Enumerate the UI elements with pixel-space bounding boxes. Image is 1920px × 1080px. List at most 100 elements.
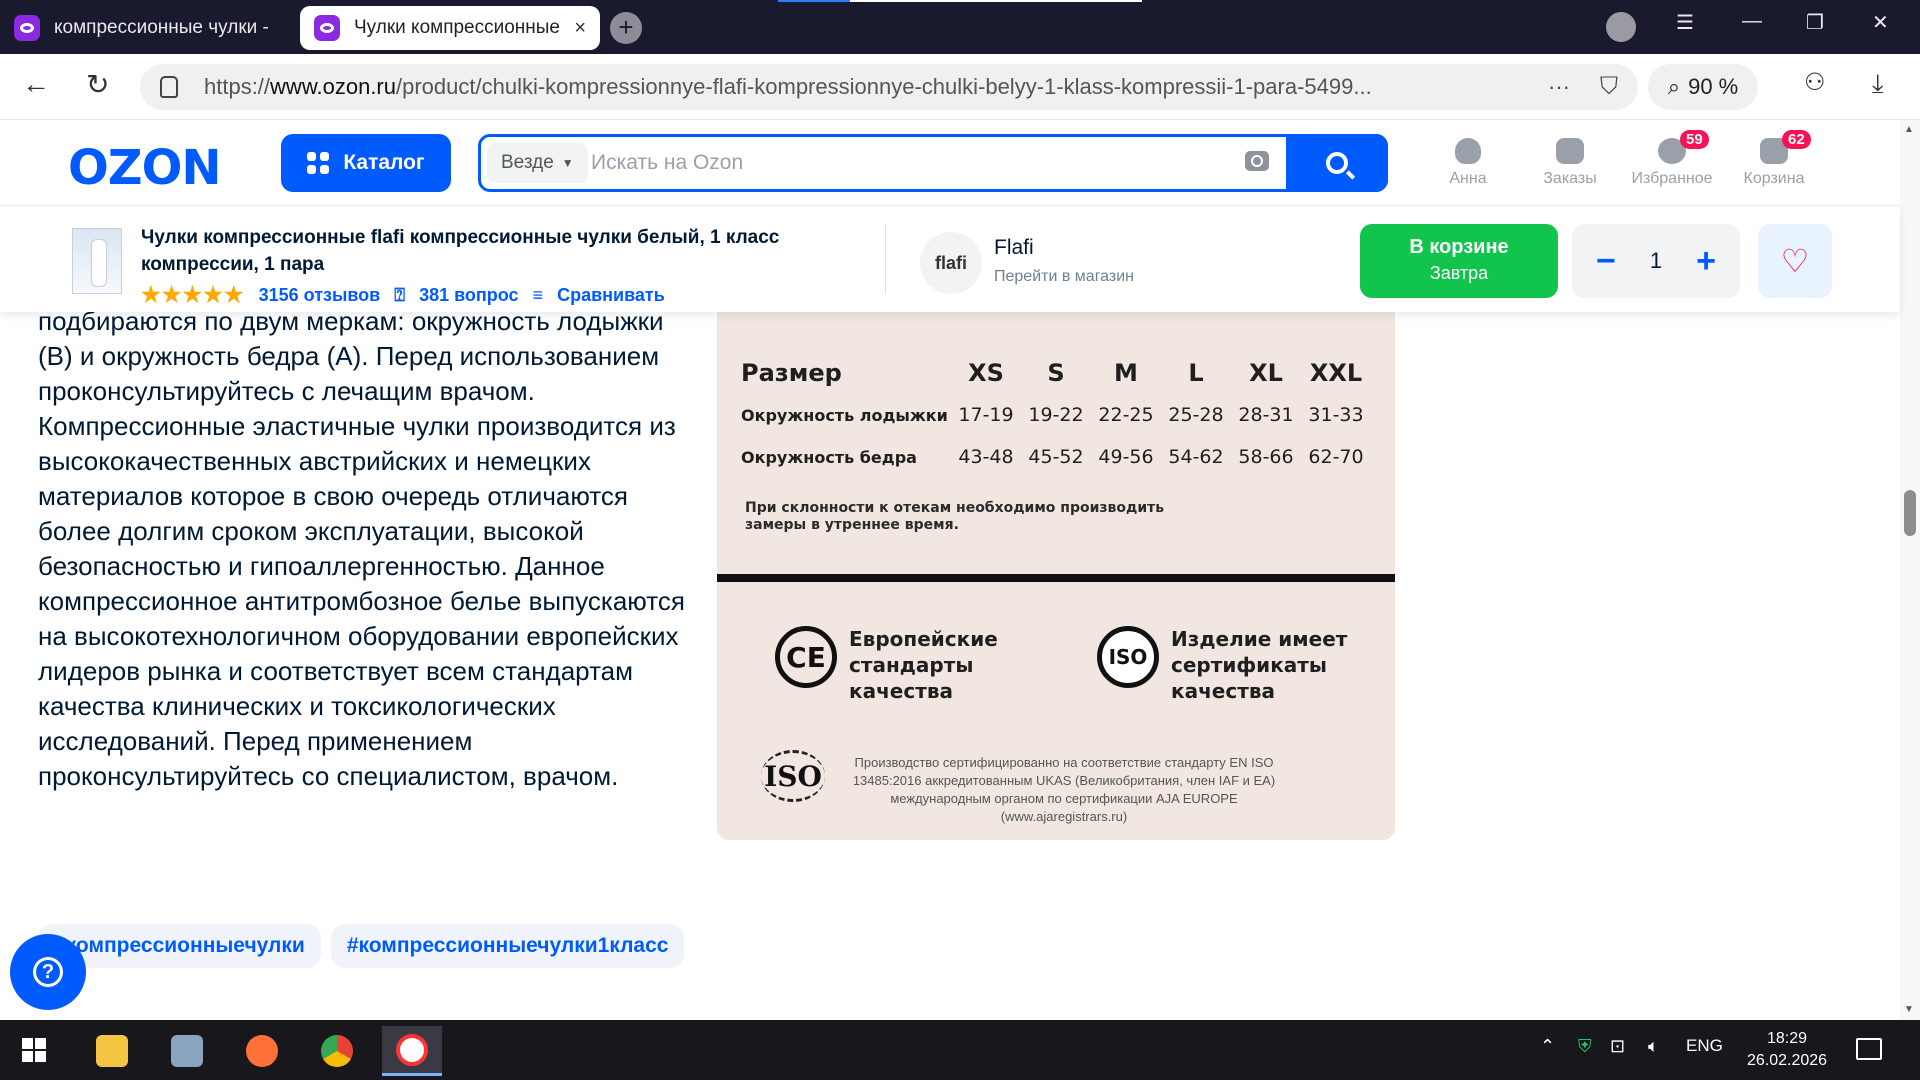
iso-mark-icon: ISO [1097,626,1159,688]
ozon-favicon-icon [14,15,40,41]
size-header-cell: S [1047,359,1065,387]
favorites-label: Избранное [1631,170,1713,187]
tray-chevron-up-icon[interactable]: ⌃ [1540,1036,1555,1057]
security-shield-icon[interactable]: ⛨ [1578,1036,1592,1057]
browser-tab-strip: компрессионные чулки - Чулки компрессион… [0,0,1920,54]
header-orders[interactable]: Заказы [1520,138,1620,188]
in-cart-button[interactable]: В корзине Завтра [1360,224,1558,298]
ozon-logo[interactable]: OZON [68,140,222,196]
reviews-link[interactable]: 3156 отзывов [259,285,381,306]
language-indicator[interactable]: ENG [1686,1036,1723,1056]
site-header: OZON Каталог Везде ▼ Анна Заказы 59 Избр… [0,120,1900,206]
camera-search-icon[interactable] [1245,151,1269,171]
size-row-thigh: Окружность бедра 43-48 45-52 49-56 54-62… [741,436,1371,478]
compare-link[interactable]: Сравнивать [557,285,665,306]
menu-icon[interactable]: ☰ [1676,10,1694,35]
new-tab-button[interactable]: + [610,12,642,44]
iso-text: Изделие имеет сертификаты качества [1171,627,1348,703]
close-window-icon[interactable]: ✕ [1872,10,1889,35]
volume-icon[interactable]: 🔈︎ [1648,1036,1659,1057]
size-chart-image: Размер XS S M L XL XXL Окружность лодыжк… [717,312,1395,840]
size-header-cell: XXL [1309,359,1363,387]
taskbar-yandex-browser[interactable] [382,1026,442,1076]
size-header-cell: XS [968,359,1004,387]
tab-title: компрессионные чулки - [54,17,269,38]
shop-link[interactable]: Перейти в магазин [994,268,1134,286]
back-arrow-icon[interactable]: ← [22,68,50,100]
header-user[interactable]: Анна [1418,138,1518,188]
system-clock[interactable]: 18:29 26.02.2026 [1742,1028,1832,1072]
size-header-row: Размер XS S M L XL XXL [741,352,1371,394]
windows-start-icon[interactable] [22,1038,46,1062]
search-input[interactable] [591,145,1211,181]
iso-certification: ISO Изделие имеет сертификаты качества [1097,626,1361,704]
clock-date: 26.02.2026 [1746,1052,1828,1069]
sticky-product-bar: Чулки компрессионные flafi компрессионны… [0,206,1900,312]
size-cell: 19-22 [1028,404,1084,426]
increase-button[interactable]: + [1696,242,1716,281]
notifications-icon[interactable] [1856,1038,1882,1060]
iso-seal-icon: ISO [761,750,825,802]
reload-icon[interactable]: ↻ [86,68,109,101]
chevron-down-icon: ▼ [561,156,574,170]
size-cell: 62-70 [1308,446,1364,468]
shop-logo[interactable]: flafi [920,232,982,294]
page-scrollbar[interactable]: ▲ ▼ [1900,120,1920,1020]
favorite-button[interactable]: ♡ [1758,224,1832,298]
profile-icon[interactable] [1606,12,1636,42]
cart-count-badge: 62 [1782,130,1811,149]
windows-taskbar: ⌃ ⛨ ⊡ 🔈︎ ENG 18:29 26.02.2026 [0,1020,1920,1080]
extensions-icon[interactable]: ⚇ [1804,68,1826,97]
hashtag[interactable]: #компрессионныечулки1класс [330,924,685,968]
header-cart[interactable]: 62 Корзина [1724,130,1824,188]
search-scope-dropdown[interactable]: Везде ▼ [487,143,588,183]
network-icon[interactable]: ⊡ [1610,1036,1625,1057]
catalog-button[interactable]: Каталог [281,134,451,192]
shop-name[interactable]: Flafi [994,236,1034,260]
product-meta: ★★★★★ 3156 отзывов ⍰ 381 вопрос ≡ Сравни… [141,282,665,308]
calculator-icon [171,1035,203,1067]
delivery-label: Завтра [1429,263,1489,283]
browser-tab-active[interactable]: Чулки компрессионные × [300,6,600,50]
decrease-button[interactable]: − [1596,242,1616,281]
address-bar[interactable]: https://www.ozon.ru/product/chulki-kompr… [140,64,1638,110]
taskbar-firefox[interactable] [232,1026,292,1076]
questions-link[interactable]: 381 вопрос [419,285,519,306]
url-text[interactable]: https://www.ozon.ru/product/chulki-kompr… [204,74,1528,100]
close-tab-icon[interactable]: × [574,17,586,40]
product-title: Чулки компрессионные flafi компрессионны… [141,227,780,275]
ce-certification: CE Европейские стандарты качества [775,626,1019,704]
divider-line [717,574,1395,582]
ce-text: Европейские стандарты качества [849,627,998,703]
quantity-stepper: − 1 + [1572,224,1740,298]
header-favorites[interactable]: 59 Избранное [1622,130,1722,188]
bookmark-icon[interactable]: ⛉ [1600,73,1618,101]
page-menu-icon[interactable]: ··· [1548,74,1570,100]
browser-tab[interactable]: компрессионные чулки - [0,6,296,50]
zoom-search-icon: ⌕ [1667,74,1681,99]
product-thumbnail[interactable] [72,228,122,294]
folder-icon [96,1035,128,1067]
hashtag-list: #компрессионныечулки #компрессионныечулк… [38,924,685,968]
size-cell: 28-31 [1238,404,1294,426]
size-cell: 31-33 [1308,404,1364,426]
taskbar-chrome[interactable] [307,1026,367,1076]
scroll-up-arrow-icon[interactable]: ▲ [1904,124,1914,135]
scrollbar-thumb[interactable] [1904,490,1916,536]
taskbar-explorer[interactable] [82,1026,142,1076]
search-button[interactable] [1286,134,1388,192]
site-info-icon[interactable] [160,76,178,98]
zoom-indicator[interactable]: ⌕ 90 % [1648,64,1758,110]
restore-icon[interactable]: ❐ [1806,10,1824,35]
downloads-icon[interactable]: ⤓ [1872,68,1884,100]
size-row-ankle: Окружность лодыжки 17-19 19-22 22-25 25-… [741,394,1371,436]
help-icon: ? [33,957,63,987]
help-button[interactable]: ? [10,934,86,1010]
scroll-down-arrow-icon[interactable]: ▼ [1904,1004,1914,1015]
minimize-icon[interactable]: — [1742,10,1762,33]
measurement-note: При склонности к отекам необходимо произ… [745,500,1165,533]
size-header-cell: Размер [741,359,842,387]
size-cell: 49-56 [1098,446,1154,468]
taskbar-calculator[interactable] [157,1026,217,1076]
catalog-label: Каталог [343,151,425,174]
